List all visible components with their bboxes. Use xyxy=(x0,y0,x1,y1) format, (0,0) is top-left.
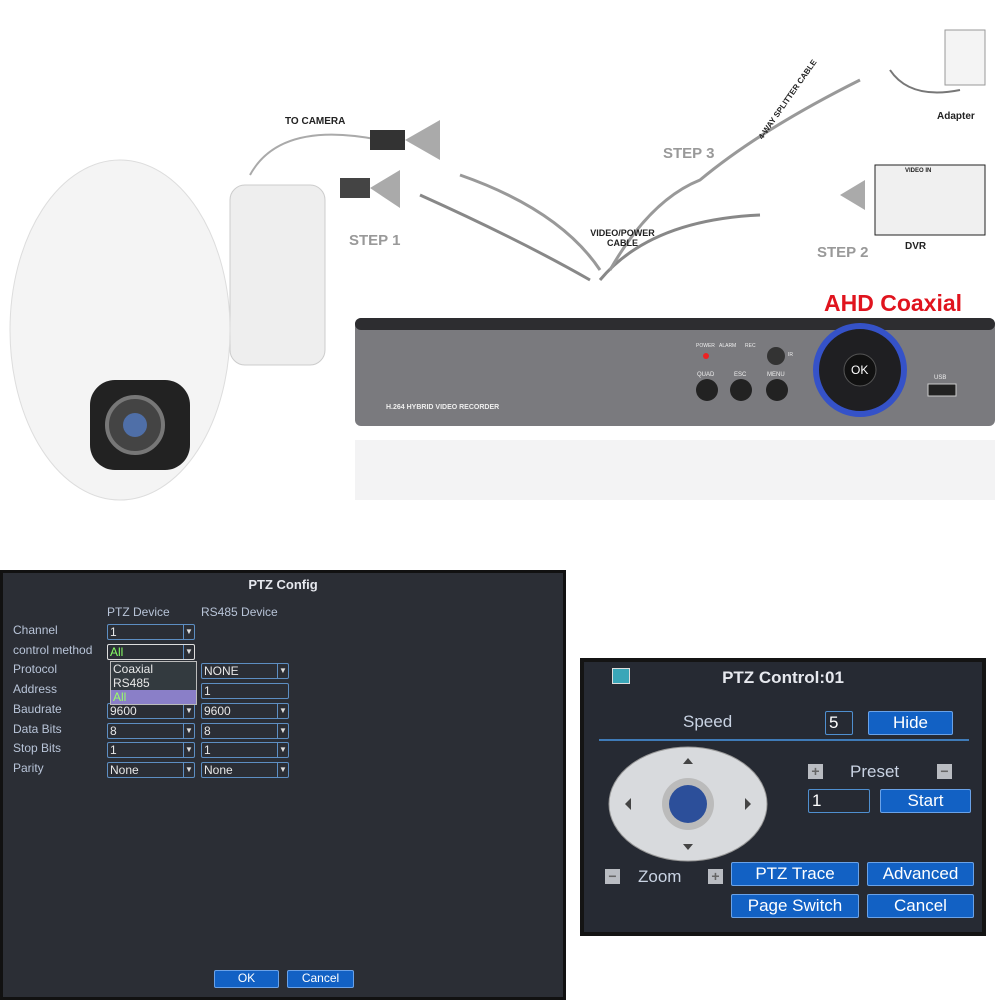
zoom-label: Zoom xyxy=(638,867,682,886)
label-to-camera: TO CAMERA xyxy=(285,116,346,127)
chevron-down-icon[interactable]: ▼ xyxy=(277,703,288,718)
btn-esc-label: ESC xyxy=(734,372,747,378)
preset-minus-button[interactable]: − xyxy=(937,764,952,779)
ir-label: IR xyxy=(788,352,793,358)
led-power-label: POWER xyxy=(696,343,715,349)
ptz-control-window: PTZ Control:01 Speed 5 Hide + Preset − 1… xyxy=(580,658,986,936)
row-label: Data Bits xyxy=(13,721,62,736)
preset-label: Preset xyxy=(850,762,900,781)
zoom-minus-button[interactable]: − xyxy=(605,869,620,884)
col-ptz-device: PTZ Device xyxy=(107,605,170,619)
start-button[interactable]: Start xyxy=(880,789,971,813)
col-rs485-device: RS485 Device xyxy=(201,605,278,619)
ptz-field[interactable]: 8 ▼ xyxy=(107,722,195,739)
control-method-dropdown[interactable]: Coaxial RS485 All xyxy=(110,661,197,705)
btn-quad-label: QUAD xyxy=(697,372,715,378)
row-label: Parity xyxy=(13,760,44,775)
rs485-field[interactable]: NONE ▼ xyxy=(201,663,289,680)
chevron-down-icon[interactable]: ▼ xyxy=(183,743,194,758)
field-value: None xyxy=(110,762,139,777)
led-rec-label: REC xyxy=(745,343,756,349)
label-video-power-cable: VIDEO/POWER CABLE xyxy=(590,228,655,248)
speed-input[interactable]: 5 xyxy=(825,711,853,735)
zoom-plus-button[interactable]: + xyxy=(708,869,723,884)
direction-pad[interactable] xyxy=(607,745,769,863)
ptz-field[interactable]: All ▼ xyxy=(107,643,195,660)
label-video-in: VIDEO IN xyxy=(905,168,932,174)
field-value: 1 xyxy=(110,625,117,639)
ptz-config-title: PTZ Config xyxy=(248,577,318,592)
rs485-field[interactable]: None ▼ xyxy=(201,761,289,778)
chevron-down-icon[interactable]: ▼ xyxy=(277,664,288,679)
ptz-trace-button[interactable]: PTZ Trace xyxy=(731,862,859,886)
usb-label: USB xyxy=(934,375,947,381)
row-label: Protocol xyxy=(13,662,58,677)
field-value: 9600 xyxy=(204,703,231,718)
chevron-down-icon[interactable]: ▼ xyxy=(183,723,194,738)
row-label: Address xyxy=(13,682,58,697)
chevron-down-icon[interactable]: ▼ xyxy=(277,743,288,758)
chevron-down-icon[interactable]: ▼ xyxy=(183,644,194,659)
ptz-field[interactable]: 1 ▼ xyxy=(107,742,195,759)
page-switch-button[interactable]: Page Switch xyxy=(731,894,859,918)
option-all[interactable]: All xyxy=(111,690,196,704)
field-value: 1 xyxy=(204,743,211,758)
field-value: 9600 xyxy=(110,703,137,718)
btn-menu-label: MENU xyxy=(767,372,785,378)
led-alarm-label: ALARM xyxy=(719,343,737,349)
label-step3: STEP 3 xyxy=(663,145,715,162)
headline: AHD Coaxial xyxy=(824,290,963,316)
ok-label: OK xyxy=(851,363,869,377)
rs485-field[interactable]: 1 ▼ xyxy=(201,742,289,759)
preset-plus-button[interactable]: + xyxy=(808,764,823,779)
row-label: Stop Bits xyxy=(13,741,62,756)
rs485-field[interactable]: 9600 ▼ xyxy=(201,702,289,719)
ptz-field[interactable]: 9600 ▼ xyxy=(107,702,195,719)
row-label: control method xyxy=(13,642,93,657)
ptz-field[interactable]: None ▼ xyxy=(107,761,195,778)
field-value: 1 xyxy=(204,684,211,699)
field-value: 8 xyxy=(204,723,211,738)
row-label: Baudrate xyxy=(13,701,62,716)
ptz-field[interactable]: 1 ▼ xyxy=(107,624,195,640)
chevron-down-icon[interactable]: ▼ xyxy=(183,625,194,639)
ptz-config-window: PTZ Config PTZ Device RS485 Device Chann… xyxy=(0,570,566,1000)
chevron-down-icon[interactable]: ▼ xyxy=(183,762,194,777)
field-value: 1 xyxy=(110,743,117,758)
speed-label: Speed xyxy=(683,712,733,731)
advanced-button[interactable]: Advanced xyxy=(867,862,974,886)
installation-illustration xyxy=(9,29,995,501)
hide-button[interactable]: Hide xyxy=(868,711,953,735)
field-value: NONE xyxy=(204,664,239,679)
option-rs485[interactable]: RS485 xyxy=(111,676,196,690)
rs485-field[interactable]: 8 ▼ xyxy=(201,722,289,739)
ok-button[interactable]: OK xyxy=(214,970,279,988)
ptz-control-title: PTZ Control:01 xyxy=(722,668,844,687)
chevron-down-icon[interactable]: ▼ xyxy=(277,762,288,777)
field-value: All xyxy=(110,644,124,659)
field-value: 8 xyxy=(110,723,117,738)
row-label: Channel xyxy=(13,623,58,637)
preset-input[interactable]: 1 xyxy=(808,789,870,813)
rs485-field[interactable]: 1 xyxy=(201,683,289,700)
cancel-button[interactable]: Cancel xyxy=(867,894,974,918)
label-step1: STEP 1 xyxy=(349,232,401,249)
label-adapter: Adapter xyxy=(937,111,975,122)
chevron-down-icon[interactable]: ▼ xyxy=(183,703,194,718)
chevron-down-icon[interactable]: ▼ xyxy=(277,723,288,738)
divider xyxy=(599,739,969,741)
cancel-button[interactable]: Cancel xyxy=(287,970,354,988)
label-step2: STEP 2 xyxy=(817,244,869,261)
label-dvr: DVR xyxy=(905,241,927,252)
field-value: None xyxy=(204,762,233,777)
option-coaxial[interactable]: Coaxial xyxy=(111,662,196,676)
dvr-model: H.264 HYBRID VIDEO RECORDER xyxy=(386,404,500,411)
